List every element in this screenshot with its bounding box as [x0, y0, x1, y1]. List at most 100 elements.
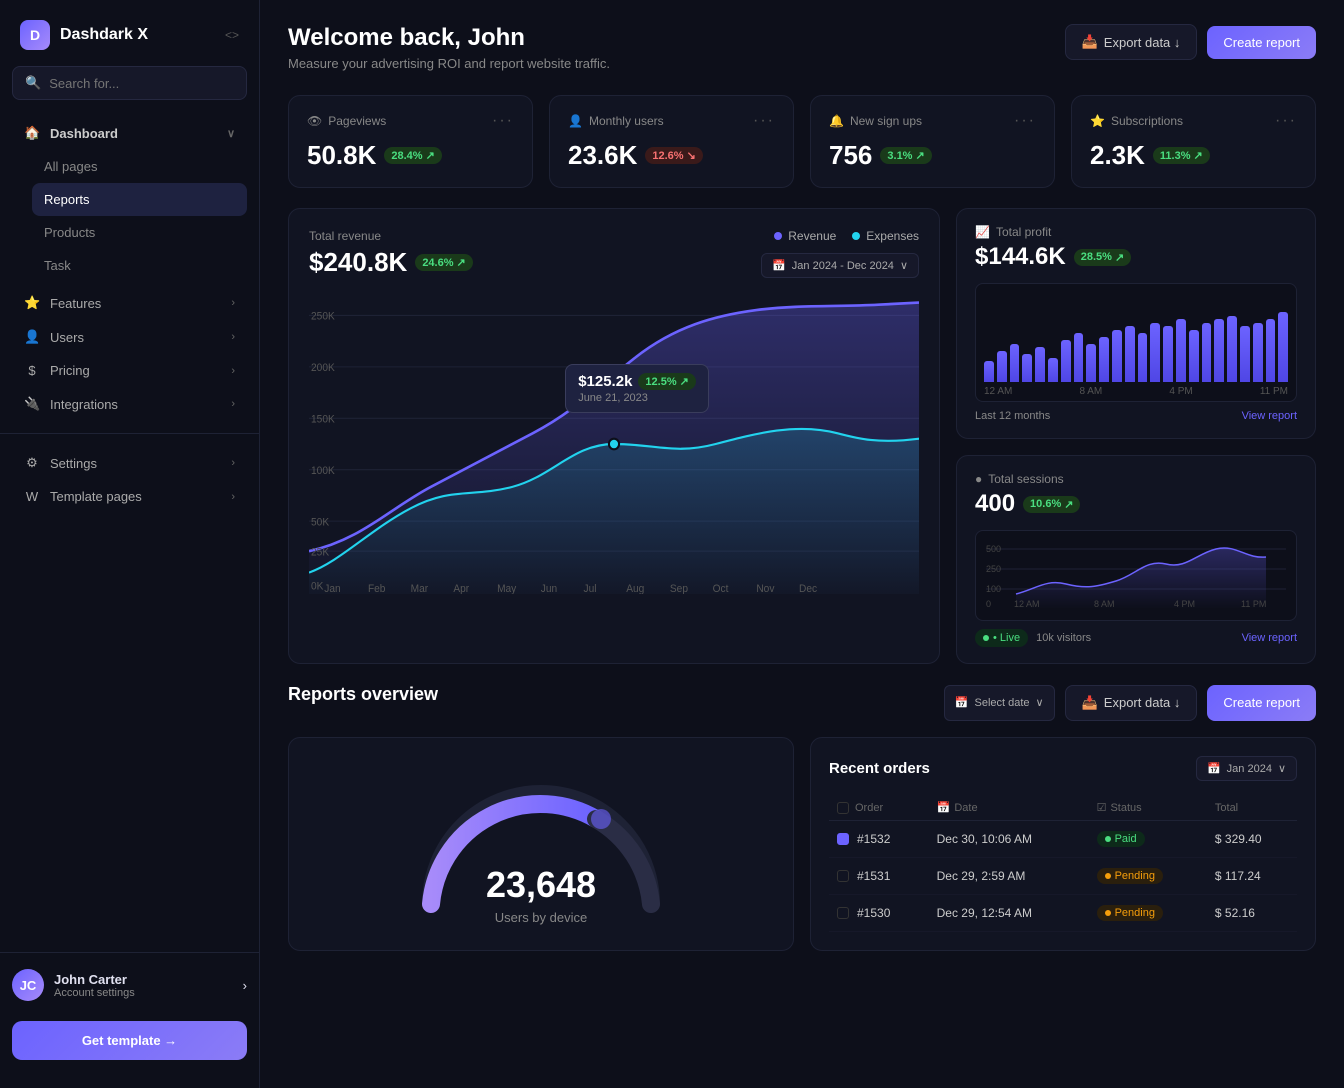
nav-item-features[interactable]: ⭐ Features › — [12, 286, 247, 320]
select-date-picker[interactable]: 📅 Select date ∨ — [944, 685, 1055, 721]
bar-item — [1189, 330, 1199, 383]
sessions-footer: • Live 10k visitors View report — [975, 629, 1297, 647]
bar-item — [1202, 323, 1212, 383]
nav-item-all-pages[interactable]: All pages — [32, 150, 247, 183]
tooltip-badge: 12.5% ↗ — [638, 373, 695, 390]
nav-item-pricing[interactable]: $ Pricing › — [12, 354, 247, 387]
create-report-button[interactable]: Create report — [1207, 26, 1316, 59]
bar-item — [984, 361, 994, 382]
signups-badge: 3.1% ↗ — [880, 147, 931, 164]
svg-text:100K: 100K — [311, 466, 335, 477]
signups-menu[interactable]: ··· — [1014, 112, 1036, 130]
orders-month-picker[interactable]: 📅 Jan 2024 ∨ — [1196, 756, 1297, 781]
visitors-count: 10k visitors — [1036, 632, 1091, 644]
svg-text:Apr: Apr — [453, 584, 469, 594]
nav-label-pricing: Pricing — [50, 363, 90, 378]
nav-item-dashboard[interactable]: 🏠 Dashboard ∨ — [12, 116, 247, 150]
svg-text:50K: 50K — [311, 517, 329, 528]
page-header: Welcome back, John Measure your advertis… — [288, 24, 1316, 71]
chevron-down-icon-select: ∨ — [1036, 696, 1044, 709]
nav-item-settings[interactable]: ⚙ Settings › — [12, 446, 247, 480]
svg-text:4 PM: 4 PM — [1174, 599, 1195, 609]
calendar-icon-2: 📅 — [955, 696, 969, 709]
monthly-users-menu[interactable]: ··· — [753, 112, 775, 130]
pageviews-value: 50.8K — [307, 140, 376, 171]
orders-title: Recent orders — [829, 760, 930, 777]
search-input[interactable] — [49, 76, 234, 91]
reports-overview-actions: 📅 Select date ∨ 📥 Export data ↓ Create r… — [944, 685, 1316, 721]
svg-text:Jan: Jan — [324, 584, 341, 594]
bar-item — [1227, 316, 1237, 383]
nav-label-products: Products — [44, 225, 95, 240]
tooltip-value: $125.2k 12.5% ↗ — [578, 373, 696, 390]
pricing-icon: $ — [24, 363, 40, 378]
reports-create-button[interactable]: Create report — [1207, 685, 1316, 721]
bar-item — [1035, 347, 1045, 382]
chevron-down-icon: ∨ — [227, 127, 235, 140]
nav-item-products[interactable]: Products — [32, 216, 247, 249]
chart-legend: Revenue Expenses — [774, 229, 919, 243]
subscriptions-badge: 11.3% ↗ — [1153, 147, 1210, 164]
nav-label-settings: Settings — [50, 456, 97, 471]
avatar: JC — [12, 969, 44, 1001]
view-report-profit-link[interactable]: View report — [1242, 410, 1297, 422]
svg-text:Dec: Dec — [799, 584, 817, 594]
gauge-label: Users by device — [495, 910, 587, 925]
line-chart-svg: 250K 200K 150K 100K 50K 25K 0K Jan Feb M… — [309, 294, 919, 594]
svg-text:8 AM: 8 AM — [1094, 599, 1115, 609]
page-subtitle: Measure your advertising ROI and report … — [288, 56, 610, 71]
chart-badge: 24.6% ↗ — [415, 254, 472, 271]
subscriptions-label: Subscriptions — [1111, 114, 1183, 128]
bar-item — [1074, 333, 1084, 382]
main-content: Welcome back, John Measure your advertis… — [260, 0, 1344, 1088]
subscriptions-menu[interactable]: ··· — [1275, 112, 1297, 130]
svg-text:0K: 0K — [311, 582, 323, 593]
bar-item — [1214, 319, 1224, 382]
nav-item-template-pages[interactable]: W Template pages › — [12, 480, 247, 513]
reports-overview-title: Reports overview — [288, 684, 438, 705]
table-row: #1531 Dec 29, 2:59 AM Pending $ 117.24 — [829, 858, 1297, 895]
orders-table: Order 📅Date ☑Status — [829, 795, 1297, 932]
logo[interactable]: D Dashdark X <> — [0, 0, 259, 66]
nav-item-task[interactable]: Task — [32, 249, 247, 282]
bar-item — [1240, 326, 1250, 382]
bar-item — [1138, 333, 1148, 382]
chart-title: Total revenue — [309, 229, 473, 243]
nav-item-reports[interactable]: Reports — [32, 183, 247, 216]
calendar-icon: 📅 — [772, 259, 786, 272]
integrations-icon: 🔌 — [24, 396, 40, 412]
search-bar[interactable]: 🔍 — [12, 66, 247, 100]
revenue-dot — [774, 232, 782, 240]
view-report-sessions-link[interactable]: View report — [1242, 632, 1297, 644]
monthly-users-value: 23.6K — [568, 140, 637, 171]
sidebar-toggle-icon[interactable]: <> — [225, 28, 239, 42]
chevron-right-icon-7: › — [243, 978, 247, 993]
bar-item — [1061, 340, 1071, 382]
pageviews-menu[interactable]: ··· — [492, 112, 514, 130]
right-panel: 📈 Total profit $144.6K 28.5% ↗ 12 AM 8 A… — [956, 208, 1316, 664]
monthly-users-icon: 👤 — [568, 114, 583, 128]
chevron-down-icon-date: ∨ — [900, 259, 908, 272]
col-order: Order — [829, 795, 929, 821]
user-sub: Account settings — [54, 987, 233, 999]
get-template-button[interactable]: Get template → — [12, 1021, 247, 1060]
svg-text:100: 100 — [986, 584, 1001, 594]
reports-export-button[interactable]: 📥 Export data ↓ — [1065, 685, 1198, 721]
header-actions: 📥 Export data ↓ Create report — [1065, 24, 1316, 60]
svg-text:150K: 150K — [311, 414, 335, 425]
nav-label-dashboard: Dashboard — [50, 126, 118, 141]
nav-item-users[interactable]: 👤 Users › — [12, 320, 247, 354]
svg-text:Jun: Jun — [541, 584, 558, 594]
recent-orders-card: Recent orders 📅 Jan 2024 ∨ Ord — [810, 737, 1316, 951]
export-data-button[interactable]: 📥 Export data ↓ — [1065, 24, 1198, 60]
col-date: 📅Date — [929, 795, 1089, 821]
user-account-row[interactable]: JC John Carter Account settings › — [0, 961, 259, 1009]
pageviews-icon: 👁 — [307, 114, 322, 128]
nav-item-integrations[interactable]: 🔌 Integrations › — [12, 387, 247, 421]
date-range-picker[interactable]: 📅 Jan 2024 - Dec 2024 ∨ — [761, 253, 919, 278]
bar-item — [1099, 337, 1109, 383]
page-title: Welcome back, John — [288, 24, 610, 52]
nav-label-task: Task — [44, 258, 71, 273]
bar-item — [1266, 319, 1276, 382]
total-profit-card: 📈 Total profit $144.6K 28.5% ↗ 12 AM 8 A… — [956, 208, 1316, 439]
